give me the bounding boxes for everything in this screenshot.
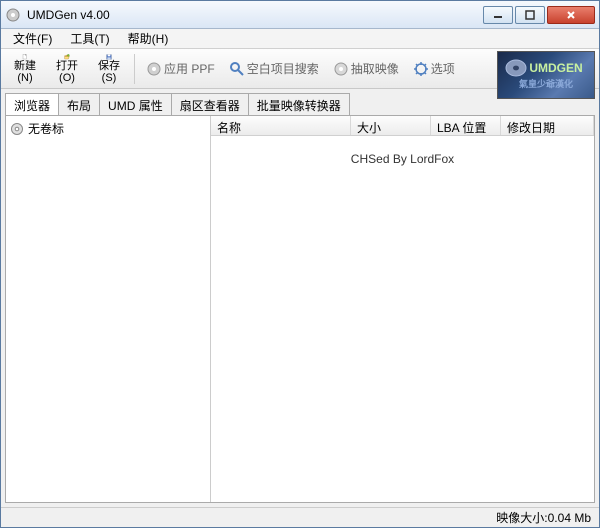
save-button[interactable]: 保存 (S) (89, 51, 129, 87)
disc-icon (146, 61, 162, 77)
toolbar: 新建 (N) 打开 (O) 保存 (S) 应用 PPF 空白项目搜索 抽取映像 … (1, 49, 599, 89)
tab-browser[interactable]: 浏览器 (5, 93, 59, 115)
close-button[interactable] (547, 6, 595, 24)
search-icon (229, 61, 245, 77)
minimize-button[interactable] (483, 6, 513, 24)
tab-sector-viewer[interactable]: 扇区查看器 (171, 93, 249, 115)
tree-root-label: 无卷标 (28, 120, 64, 137)
col-lba[interactable]: LBA 位置 (431, 116, 501, 135)
tab-umd-attrs[interactable]: UMD 属性 (99, 93, 172, 115)
col-modified[interactable]: 修改日期 (501, 116, 594, 135)
window-title: UMDGen v4.00 (27, 8, 483, 22)
app-window: UMDGen v4.00 文件(F) 工具(T) 帮助(H) 新建 (N) 打开… (0, 0, 600, 528)
tree-root[interactable]: 无卷标 (10, 120, 206, 137)
menubar: 文件(F) 工具(T) 帮助(H) (1, 29, 599, 49)
extract-label: 抽取映像 (351, 60, 399, 77)
logo-text: UMDGEN (529, 61, 582, 75)
apply-ppf-button[interactable]: 应用 PPF (140, 57, 221, 81)
menu-tools[interactable]: 工具(T) (62, 28, 117, 49)
apply-ppf-label: 应用 PPF (164, 60, 215, 77)
disc-volume-icon (10, 122, 24, 136)
tabs-area: 浏览器 布局 UMD 属性 扇区查看器 批量映像转换器 无卷标 名称 大小 LB… (1, 89, 599, 507)
list-pane: 名称 大小 LBA 位置 修改日期 CHSed By LordFox (211, 116, 594, 502)
toolbar-separator (134, 54, 135, 84)
extract-icon (333, 61, 349, 77)
list-header: 名称 大小 LBA 位置 修改日期 (211, 116, 594, 136)
window-controls (483, 6, 595, 24)
brand-logo: UMDGEN 氣皇少爺漢化 (497, 51, 595, 99)
statusbar: 映像大小:0.04 Mb (1, 507, 599, 527)
maximize-button[interactable] (515, 6, 545, 24)
tree-pane[interactable]: 无卷标 (6, 116, 211, 502)
new-label: 新建 (N) (14, 60, 36, 84)
disc-logo-icon (504, 58, 528, 78)
options-button[interactable]: 选项 (407, 57, 461, 81)
app-icon (5, 7, 21, 23)
titlebar[interactable]: UMDGen v4.00 (1, 1, 599, 29)
tab-batch-converter[interactable]: 批量映像转换器 (248, 93, 350, 115)
col-name[interactable]: 名称 (211, 116, 351, 135)
extract-button[interactable]: 抽取映像 (327, 57, 405, 81)
search-empty-button[interactable]: 空白项目搜索 (223, 57, 325, 81)
credit-text: CHSed By LordFox (351, 152, 454, 166)
tab-layout[interactable]: 布局 (58, 93, 100, 115)
open-button[interactable]: 打开 (O) (47, 51, 87, 87)
tab-body: 无卷标 名称 大小 LBA 位置 修改日期 CHSed By LordFox (5, 115, 595, 503)
save-label: 保存 (S) (98, 60, 120, 84)
search-empty-label: 空白项目搜索 (247, 60, 319, 77)
logo-subtext: 氣皇少爺漢化 (519, 77, 573, 90)
list-body[interactable]: CHSed By LordFox (211, 136, 594, 502)
gear-icon (413, 61, 429, 77)
new-button[interactable]: 新建 (N) (5, 51, 45, 87)
status-image-size: 映像大小:0.04 Mb (496, 509, 591, 526)
options-label: 选项 (431, 60, 455, 77)
menu-file[interactable]: 文件(F) (5, 28, 60, 49)
open-label: 打开 (O) (56, 60, 78, 84)
menu-help[interactable]: 帮助(H) (120, 28, 177, 49)
col-size[interactable]: 大小 (351, 116, 431, 135)
